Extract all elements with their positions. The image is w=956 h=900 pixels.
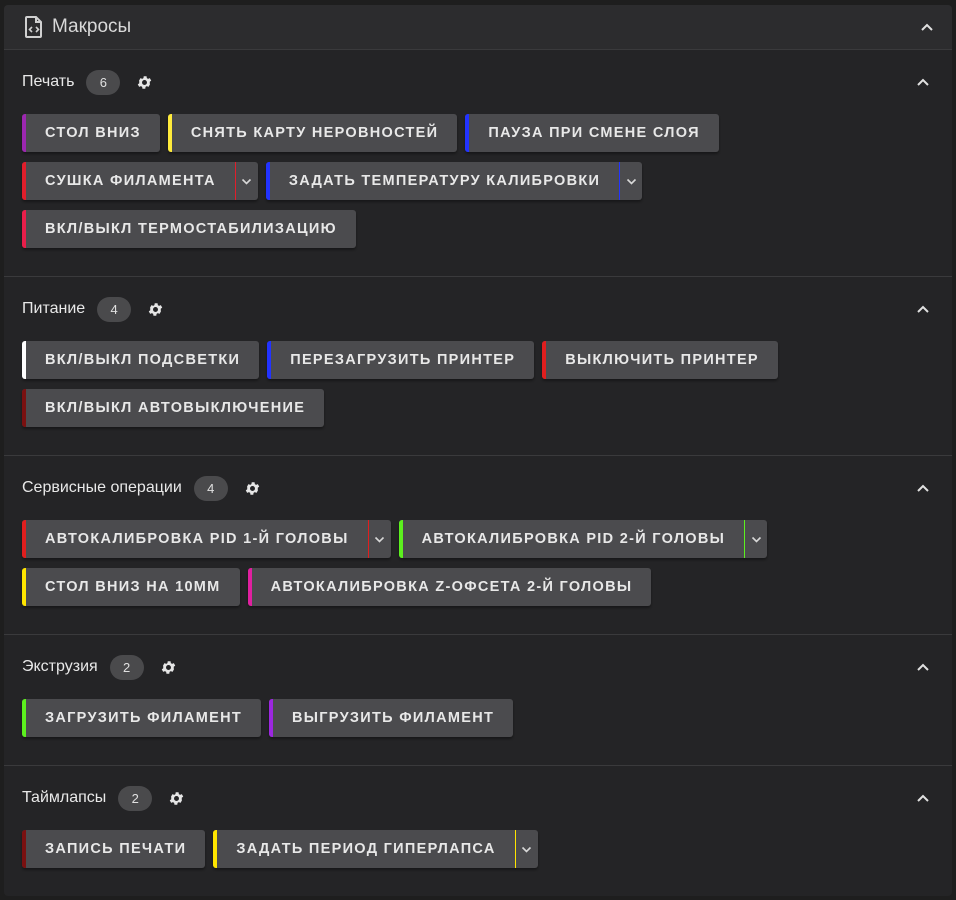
collapse-section-icon[interactable] xyxy=(916,662,930,672)
macro-button[interactable]: ЗАДАТЬ ПЕРИОД ГИПЕРЛАПСА xyxy=(213,830,538,868)
section-header[interactable]: Таймлапсы 2 xyxy=(4,766,952,830)
macro-section: Питание 4 ВКЛ/ВЫКЛ ПОДСВЕТКИ ПЕРЕЗАГРУЗИТЬ … xyxy=(4,277,952,456)
macro-button[interactable]: ВКЛ/ВЫКЛ ТЕРМОСТАБИЛИЗАЦИЮ xyxy=(22,210,356,248)
count-badge: 4 xyxy=(97,296,132,322)
gear-icon[interactable] xyxy=(244,480,261,497)
count-badge: 2 xyxy=(118,785,153,811)
macro-button[interactable]: СУШКА ФИЛАМЕНТА xyxy=(22,162,258,200)
count-badge: 6 xyxy=(86,69,121,95)
chevron-down-icon[interactable] xyxy=(744,520,767,558)
macro-button[interactable]: СТОЛ ВНИЗ НА 10ММ xyxy=(22,568,240,606)
macro-button[interactable]: ПАУЗА ПРИ СМЕНЕ СЛОЯ xyxy=(465,114,719,152)
macro-button[interactable]: ЗАПИСЬ ПЕЧАТИ xyxy=(22,830,206,868)
count-badge: 2 xyxy=(109,654,144,680)
collapse-section-icon[interactable] xyxy=(916,304,930,314)
gear-icon[interactable] xyxy=(147,301,164,318)
macro-button[interactable]: АВТОКАЛИБРОВКА PID 1-Й ГОЛОВЫ xyxy=(22,520,391,558)
section-title: Таймлапсы xyxy=(22,789,107,806)
macros-panel: Макросы Печать 6 СТОЛ ВНИЗ СНЯТЬ КАРТУ НЕРО… xyxy=(4,5,952,896)
macro-label: ВКЛ/ВЫКЛ ПОДСВЕТКИ xyxy=(45,352,241,368)
macro-label: АВТОКАЛИБРОВКА PID 1-Й ГОЛОВЫ xyxy=(45,531,349,547)
section-header[interactable]: Экструзия 2 xyxy=(4,635,952,699)
section-header[interactable]: Сервисные операции 4 xyxy=(4,456,952,520)
section-title: Экструзия xyxy=(22,658,98,675)
gear-icon[interactable] xyxy=(136,74,153,91)
section-header[interactable]: Печать 6 xyxy=(4,50,952,114)
macro-label: ВЫКЛЮЧИТЬ ПРИНТЕР xyxy=(565,352,759,368)
macro-section: Сервисные операции 4 АВТОКАЛИБРОВКА PID 1-… xyxy=(4,456,952,635)
macro-button[interactable]: ВКЛ/ВЫКЛ АВТОВЫКЛЮЧЕНИЕ xyxy=(22,389,325,427)
macro-section: Экструзия 2 ЗАГРУЗИТЬ ФИЛАМЕНТ ВЫГРУЗИТЬ ФИ… xyxy=(4,635,952,766)
panel-title: Макросы xyxy=(52,16,132,37)
macro-buttons: ЗАПИСЬ ПЕЧАТИ ЗАДАТЬ ПЕРИОД ГИПЕРЛАПСА xyxy=(4,830,952,878)
sections-container: Печать 6 СТОЛ ВНИЗ СНЯТЬ КАРТУ НЕРОВНОСТЕЙ П… xyxy=(4,50,952,896)
macro-buttons: АВТОКАЛИБРОВКА PID 1-Й ГОЛОВЫ АВТОКАЛИБРО… xyxy=(4,520,952,616)
macro-section: Печать 6 СТОЛ ВНИЗ СНЯТЬ КАРТУ НЕРОВНОСТЕЙ П… xyxy=(4,50,952,277)
macro-label: ЗАПИСЬ ПЕЧАТИ xyxy=(45,841,187,857)
chevron-down-icon[interactable] xyxy=(367,520,391,558)
count-badge: 4 xyxy=(193,475,228,501)
macro-buttons: ЗАГРУЗИТЬ ФИЛАМЕНТ ВЫГРУЗИТЬ ФИЛАМЕНТ xyxy=(4,699,952,747)
code-file-icon xyxy=(24,16,44,38)
section-header[interactable]: Питание 4 xyxy=(4,277,952,341)
macro-button[interactable]: АВТОКАЛИБРОВКА PID 2-Й ГОЛОВЫ xyxy=(398,520,768,558)
macro-button[interactable]: СТОЛ ВНИЗ xyxy=(22,114,160,152)
macro-label: ВКЛ/ВЫКЛ АВТОВЫКЛЮЧЕНИЕ xyxy=(45,400,306,416)
panel-header[interactable]: Макросы xyxy=(4,5,952,50)
macro-label: ПЕРЕЗАГРУЗИТЬ ПРИНТЕР xyxy=(290,352,516,368)
section-title: Печать xyxy=(22,73,75,90)
macro-label: АВТОКАЛИБРОВКА PID 2-Й ГОЛОВЫ xyxy=(421,531,726,547)
macro-label: ВКЛ/ВЫКЛ ТЕРМОСТАБИЛИЗАЦИЮ xyxy=(45,221,337,237)
macro-label: АВТОКАЛИБРОВКА Z-ОФСЕТА 2-Й ГОЛОВЫ xyxy=(270,579,633,595)
macro-label: ВЫГРУЗИТЬ ФИЛАМЕНТ xyxy=(292,710,495,726)
macro-buttons: СТОЛ ВНИЗ СНЯТЬ КАРТУ НЕРОВНОСТЕЙ ПАУЗА ПР… xyxy=(4,114,952,258)
collapse-section-icon[interactable] xyxy=(916,793,930,803)
macro-button[interactable]: ВЫГРУЗИТЬ ФИЛАМЕНТ xyxy=(269,699,514,737)
macro-label: ЗАДАТЬ ПЕРИОД ГИПЕРЛАПСА xyxy=(236,841,496,857)
gear-icon[interactable] xyxy=(168,790,185,807)
chevron-down-icon[interactable] xyxy=(619,162,642,200)
chevron-down-icon[interactable] xyxy=(514,830,538,868)
macro-label: ЗАГРУЗИТЬ ФИЛАМЕНТ xyxy=(45,710,243,726)
macro-button[interactable]: ПЕРЕЗАГРУЗИТЬ ПРИНТЕР xyxy=(267,341,535,379)
macro-buttons: ВКЛ/ВЫКЛ ПОДСВЕТКИ ПЕРЕЗАГРУЗИТЬ ПРИНТЕР В… xyxy=(4,341,952,437)
section-title: Питание xyxy=(22,300,86,317)
macro-button[interactable]: ЗАДАТЬ ТЕМПЕРАТУРУ КАЛИБРОВКИ xyxy=(265,162,643,200)
macro-label: СТОЛ ВНИЗ НА 10ММ xyxy=(45,579,221,595)
section-title: Сервисные операции xyxy=(22,479,182,496)
macro-section: Таймлапсы 2 ЗАПИСЬ ПЕЧАТИ ЗАДАТЬ ПЕРИОД ГИП… xyxy=(4,766,952,896)
macro-button[interactable]: ЗАГРУЗИТЬ ФИЛАМЕНТ xyxy=(22,699,262,737)
macro-label: СНЯТЬ КАРТУ НЕРОВНОСТЕЙ xyxy=(190,125,439,141)
collapse-section-icon[interactable] xyxy=(916,77,930,87)
macro-label: СУШКА ФИЛАМЕНТА xyxy=(45,173,216,189)
collapse-section-icon[interactable] xyxy=(916,483,930,493)
macro-label: СТОЛ ВНИЗ xyxy=(45,125,141,141)
chevron-down-icon[interactable] xyxy=(234,162,258,200)
macro-label: ЗАДАТЬ ТЕМПЕРАТУРУ КАЛИБРОВКИ xyxy=(288,173,601,189)
macro-button[interactable]: ВЫКЛЮЧИТЬ ПРИНТЕР xyxy=(542,341,778,379)
collapse-panel-icon[interactable] xyxy=(920,22,934,32)
gear-icon[interactable] xyxy=(160,659,177,676)
macro-label: ПАУЗА ПРИ СМЕНЕ СЛОЯ xyxy=(488,125,700,141)
macro-button[interactable]: СНЯТЬ КАРТУ НЕРОВНОСТЕЙ xyxy=(167,114,458,152)
macro-button[interactable]: АВТОКАЛИБРОВКА Z-ОФСЕТА 2-Й ГОЛОВЫ xyxy=(247,568,652,606)
macro-button[interactable]: ВКЛ/ВЫКЛ ПОДСВЕТКИ xyxy=(22,341,260,379)
